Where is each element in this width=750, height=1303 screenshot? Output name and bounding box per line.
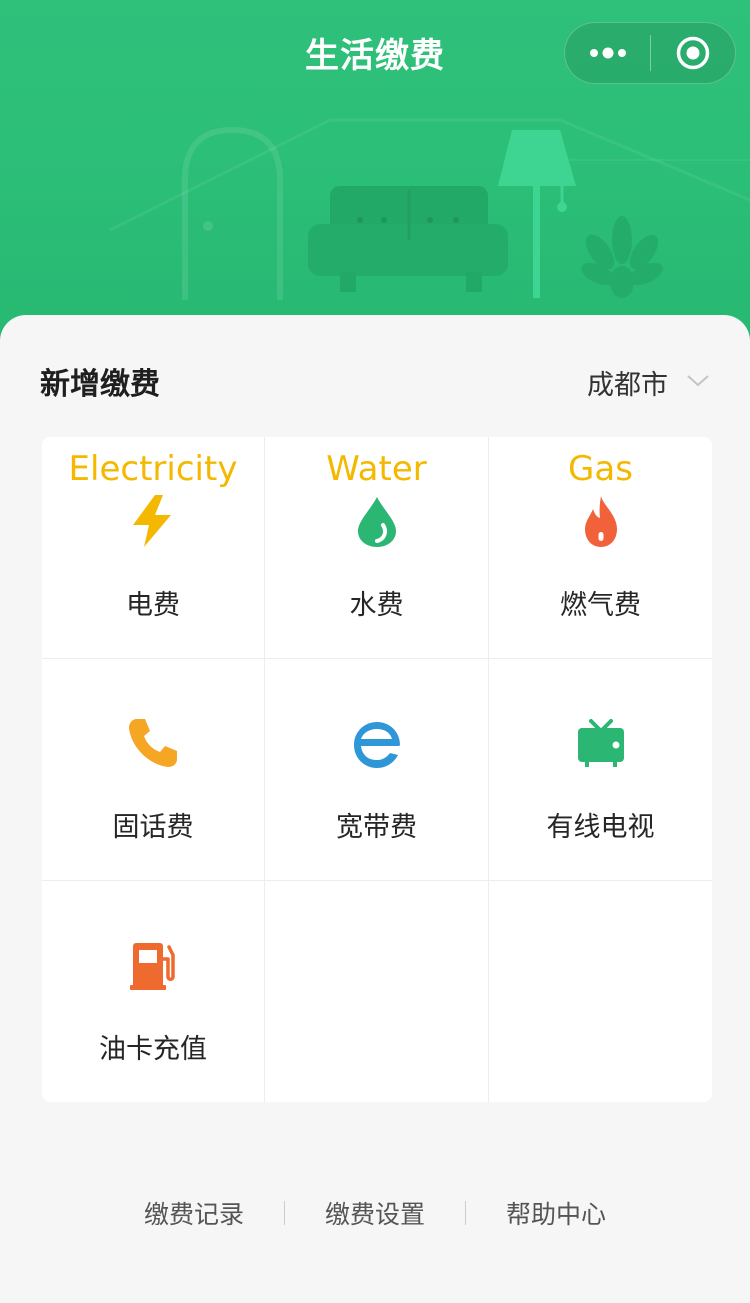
phone-icon bbox=[129, 719, 177, 767]
city-label: 成都市 bbox=[587, 370, 668, 401]
service-water[interactable]: Water 水费 bbox=[265, 437, 489, 659]
service-grid: Electricity 电费 Water 水费 Gas 燃气费 固话费 宽带费 … bbox=[42, 437, 712, 1102]
header-banner: 生活缴费 bbox=[0, 0, 750, 340]
empty-cell bbox=[489, 881, 712, 1102]
service-label: 宽带费 bbox=[336, 812, 417, 843]
chevron-down-icon bbox=[687, 374, 709, 386]
service-label: 燃气费 bbox=[560, 590, 641, 621]
flame-icon bbox=[584, 496, 617, 547]
fuel-pump-icon bbox=[130, 943, 175, 990]
more-dots-icon bbox=[589, 47, 626, 59]
service-fuel-card[interactable]: 油卡充值 bbox=[42, 881, 265, 1102]
payment-settings-link[interactable]: 缴费设置 bbox=[285, 1195, 465, 1231]
city-selector[interactable]: 成都市 bbox=[587, 363, 710, 402]
help-center-link[interactable]: 帮助中心 bbox=[466, 1195, 646, 1231]
service-label: 固话费 bbox=[112, 812, 194, 843]
broadband-e-icon bbox=[353, 722, 400, 768]
payment-records-link[interactable]: 缴费记录 bbox=[104, 1195, 284, 1231]
service-label: 有线电视 bbox=[546, 812, 655, 843]
service-en-label: Electricity bbox=[68, 449, 238, 489]
target-close-icon bbox=[676, 36, 710, 70]
footer-links: 缴费记录 缴费设置 帮助中心 bbox=[0, 1195, 750, 1231]
tv-icon bbox=[577, 719, 624, 767]
service-broadband[interactable]: 宽带费 bbox=[265, 659, 489, 881]
lightning-icon bbox=[133, 495, 171, 547]
empty-cell bbox=[265, 881, 489, 1102]
service-label: 油卡充值 bbox=[99, 1034, 207, 1065]
service-electricity[interactable]: Electricity 电费 bbox=[42, 437, 265, 659]
close-button[interactable] bbox=[651, 23, 735, 83]
service-label: 水费 bbox=[349, 590, 404, 621]
service-cable-tv[interactable]: 有线电视 bbox=[489, 659, 712, 881]
miniprogram-capsule bbox=[564, 22, 736, 84]
service-label: 电费 bbox=[126, 590, 180, 621]
service-landline[interactable]: 固话费 bbox=[42, 659, 265, 881]
section-title: 新增缴费 bbox=[40, 367, 160, 402]
service-en-label: Water bbox=[326, 449, 427, 489]
more-button[interactable] bbox=[565, 23, 650, 83]
content-card: 新增缴费 成都市 Electricity 电费 Water 水费 Gas 燃气费… bbox=[0, 315, 750, 1303]
service-gas[interactable]: Gas 燃气费 bbox=[489, 437, 712, 659]
service-en-label: Gas bbox=[568, 449, 633, 489]
water-drop-icon bbox=[357, 497, 396, 547]
